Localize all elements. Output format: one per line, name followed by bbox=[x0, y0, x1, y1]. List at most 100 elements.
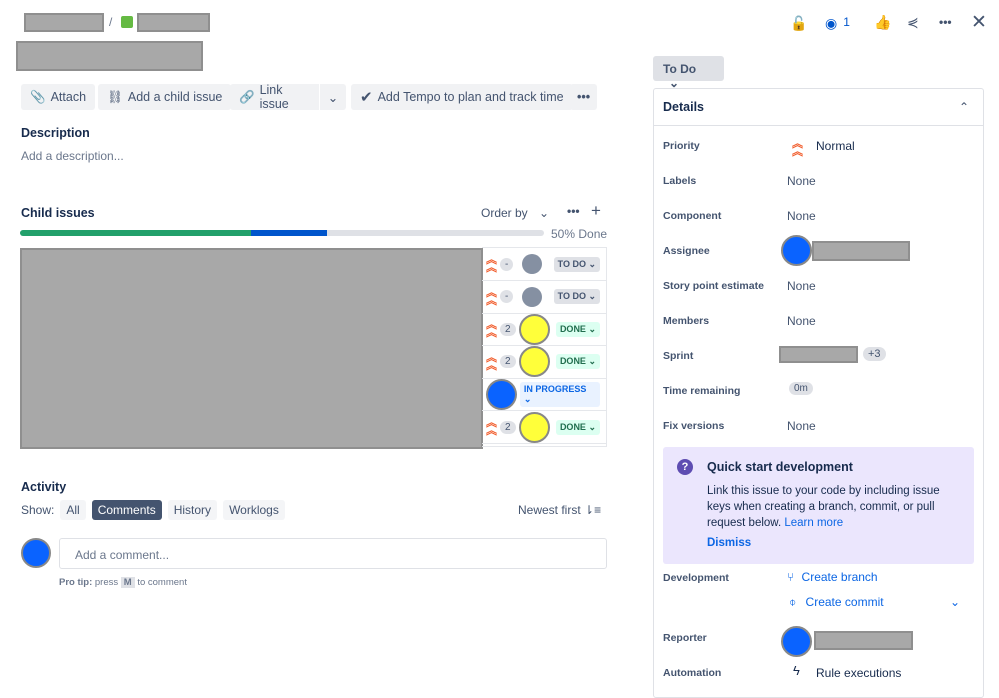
order-by-button[interactable]: Order by ⌄ bbox=[481, 206, 549, 220]
child-issue-row[interactable]: ︽ ︽ - TO DO ⌄ bbox=[482, 248, 606, 281]
sort-label: Newest first bbox=[518, 503, 581, 517]
development-label: Development bbox=[663, 572, 729, 584]
assignee-avatar[interactable] bbox=[781, 235, 812, 266]
status-dropdown[interactable]: To Do ⌄ bbox=[653, 56, 724, 90]
create-branch-button[interactable]: ⑂ Create branch bbox=[787, 570, 878, 584]
assignee-name-redacted[interactable] bbox=[812, 241, 910, 261]
chevron-down-icon: ⌄ bbox=[539, 206, 550, 220]
link-issue-label: Link issue bbox=[259, 83, 289, 111]
issue-title-redacted[interactable] bbox=[16, 41, 203, 71]
avatar bbox=[21, 538, 51, 568]
lock-icon[interactable]: 🔓 bbox=[790, 15, 807, 32]
branch-icon: ⑂ bbox=[787, 570, 795, 584]
paperclip-icon: 📎 bbox=[30, 89, 46, 104]
chevron-up-icon[interactable]: ⌃ bbox=[959, 100, 969, 114]
link-issue-dropdown[interactable]: ⌄ bbox=[320, 84, 346, 110]
description-field[interactable]: Add a description... bbox=[21, 149, 124, 163]
unassigned-avatar-icon[interactable] bbox=[522, 254, 543, 274]
status-dropdown[interactable]: DONE ⌄ bbox=[555, 419, 600, 435]
status-label: To Do bbox=[663, 62, 697, 76]
tab-comments[interactable]: Comments bbox=[91, 500, 162, 520]
assignee-avatar[interactable] bbox=[518, 313, 550, 345]
add-child-icon[interactable]: + bbox=[591, 201, 601, 221]
priority-medium-icon: ︽ ︽ bbox=[486, 351, 497, 372]
status-dropdown[interactable]: DONE ⌄ bbox=[555, 354, 600, 370]
child-more-button[interactable]: ••• bbox=[567, 204, 580, 218]
hierarchy-icon: ⛓ bbox=[107, 89, 123, 104]
link-issue-button[interactable]: 🔗 Link issue bbox=[230, 83, 319, 111]
unassigned-avatar-icon[interactable] bbox=[522, 286, 543, 307]
share-icon[interactable]: ⋞ bbox=[907, 14, 919, 31]
component-value[interactable]: None bbox=[787, 209, 816, 223]
chevron-down-icon: ⌄ bbox=[327, 90, 339, 105]
comment-input[interactable]: Add a comment... bbox=[59, 538, 607, 569]
child-issue-row[interactable]: IN PROGRESS ⌄ bbox=[482, 378, 606, 412]
priority-medium-icon: ︽ ︽ bbox=[486, 254, 497, 274]
attach-button[interactable]: 📎 Attach bbox=[21, 84, 96, 110]
story-points-badge: 2 bbox=[500, 322, 516, 336]
create-branch-label: Create branch bbox=[801, 570, 878, 584]
component-label: Component bbox=[663, 210, 722, 222]
child-issue-summaries-redacted bbox=[20, 248, 483, 449]
sort-icon: ⇂≡ bbox=[584, 503, 602, 517]
project-name-redacted[interactable] bbox=[24, 13, 104, 32]
priority-value[interactable]: Normal bbox=[816, 139, 855, 153]
story-points-label: Story point estimate bbox=[663, 280, 764, 292]
learn-more-link[interactable]: Learn more bbox=[784, 517, 843, 529]
story-points-badge: 2 bbox=[500, 355, 516, 369]
sprint-more-badge[interactable]: +3 bbox=[863, 347, 886, 361]
more-icon: ••• bbox=[576, 90, 591, 104]
tab-all[interactable]: All bbox=[60, 500, 86, 520]
tab-history[interactable]: History bbox=[167, 500, 218, 520]
close-icon[interactable]: ✕ bbox=[971, 11, 987, 34]
assignee-avatar[interactable] bbox=[518, 411, 550, 443]
child-issue-row[interactable]: ︽ ︽ 2 DONE ⌄ bbox=[482, 411, 606, 444]
reporter-avatar[interactable] bbox=[781, 626, 812, 657]
check-circle-icon: ✔ bbox=[360, 89, 373, 106]
chevron-down-icon[interactable]: ⌄ bbox=[950, 595, 960, 609]
rule-executions-link[interactable]: Rule executions bbox=[816, 666, 901, 680]
link-icon: 🔗 bbox=[239, 89, 255, 104]
story-points-badge: - bbox=[500, 257, 514, 271]
dismiss-button[interactable]: Dismiss bbox=[707, 537, 751, 549]
description-heading: Description bbox=[21, 126, 90, 140]
more-icon[interactable]: ••• bbox=[939, 15, 952, 29]
assignee-avatar[interactable] bbox=[518, 346, 550, 378]
watchers-count: 1 bbox=[843, 15, 850, 29]
priority-medium-icon: ︽ ︽ bbox=[486, 286, 497, 307]
child-issue-row[interactable]: ︽ ︽ - TO DO ⌄ bbox=[482, 281, 606, 314]
thumbs-up-icon[interactable]: 👍 bbox=[874, 14, 891, 31]
watch-button[interactable]: ◉ 1 bbox=[825, 15, 850, 32]
status-label: TO DO bbox=[557, 291, 586, 302]
tab-worklogs[interactable]: Worklogs bbox=[223, 500, 285, 520]
sort-button[interactable]: Newest first ⇂≡ bbox=[518, 503, 601, 517]
more-actions-button[interactable]: ••• bbox=[570, 84, 597, 110]
tempo-button[interactable]: ✔ Add Tempo to plan and track time bbox=[351, 84, 573, 110]
sprint-name-redacted[interactable] bbox=[779, 346, 858, 363]
status-dropdown[interactable]: IN PROGRESS ⌄ bbox=[519, 381, 600, 407]
fix-versions-value[interactable]: None bbox=[787, 419, 816, 433]
members-value[interactable]: None bbox=[787, 314, 816, 328]
status-dropdown[interactable]: TO DO ⌄ bbox=[553, 256, 600, 272]
fix-versions-label: Fix versions bbox=[663, 420, 725, 432]
reporter-name-redacted[interactable] bbox=[814, 631, 913, 650]
child-issue-row[interactable]: ︽ ︽ 2 DONE ⌄ bbox=[482, 346, 606, 379]
assignee-label: Assignee bbox=[663, 245, 710, 257]
story-points-value[interactable]: None bbox=[787, 279, 816, 293]
story-points-badge: 2 bbox=[500, 420, 516, 434]
status-dropdown[interactable]: TO DO ⌄ bbox=[553, 289, 600, 305]
pro-tip-end: to comment bbox=[137, 577, 187, 588]
progress-text: 50% Done bbox=[551, 227, 608, 241]
progress-done bbox=[20, 230, 251, 236]
labels-value[interactable]: None bbox=[787, 174, 816, 188]
assignee-avatar[interactable] bbox=[486, 378, 517, 410]
progress-in-progress bbox=[250, 230, 328, 236]
status-dropdown[interactable]: DONE ⌄ bbox=[555, 321, 600, 337]
create-commit-button[interactable]: ⌽ Create commit bbox=[789, 595, 884, 610]
lightning-icon: ϟ bbox=[793, 663, 800, 678]
add-child-issue-button[interactable]: ⛓ Add a child issue bbox=[98, 84, 232, 110]
issue-key-redacted[interactable] bbox=[137, 13, 210, 32]
time-remaining-value[interactable]: 0m bbox=[789, 382, 813, 395]
pro-tip-label: Pro tip: bbox=[59, 577, 93, 588]
child-issue-row[interactable]: ︽ ︽ 2 DONE ⌄ bbox=[482, 313, 606, 347]
